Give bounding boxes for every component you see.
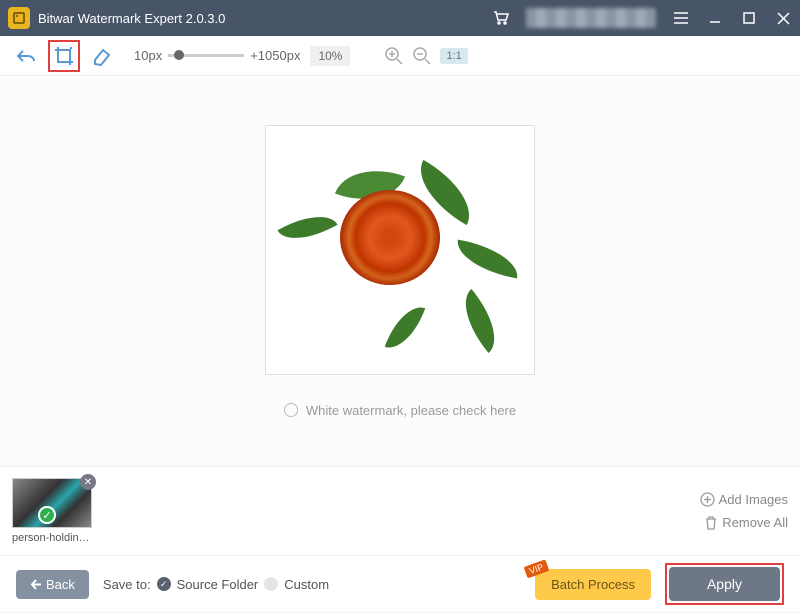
slider-min-label: 10px (134, 48, 162, 63)
zoom-in-button[interactable] (380, 42, 408, 70)
aspect-ratio-button[interactable]: 1:1 (440, 48, 467, 64)
thumbnail-image: ✓ ✕ (12, 478, 92, 528)
menu-icon[interactable] (672, 9, 690, 27)
close-icon[interactable] (774, 9, 792, 27)
selected-check-icon: ✓ (38, 506, 56, 524)
user-area-redacted (526, 8, 656, 28)
saveto-label: Save to: (103, 577, 151, 592)
custom-folder-radio[interactable] (264, 577, 278, 591)
source-folder-label: Source Folder (177, 577, 259, 592)
minimize-icon[interactable] (706, 9, 724, 27)
canvas-area: White watermark, please check here (0, 76, 800, 466)
cart-icon[interactable] (492, 9, 510, 27)
slider-max-label: +1050px (250, 48, 300, 63)
white-watermark-label: White watermark, please check here (306, 403, 516, 418)
back-button[interactable]: Back (16, 570, 89, 599)
zoom-percentage: 10% (310, 46, 350, 66)
batch-process-button[interactable]: VIP Batch Process (535, 569, 651, 600)
size-slider[interactable] (168, 54, 244, 57)
window-title: Bitwar Watermark Expert 2.0.3.0 (38, 11, 492, 26)
zoom-out-button[interactable] (408, 42, 436, 70)
add-images-button[interactable]: Add Images (700, 492, 788, 507)
apply-button[interactable]: Apply (669, 567, 780, 601)
white-watermark-checkbox[interactable]: White watermark, please check here (284, 403, 516, 418)
eraser-button[interactable] (86, 40, 118, 72)
checkbox-icon (284, 403, 298, 417)
remove-all-button[interactable]: Remove All (704, 515, 788, 530)
crop-button[interactable] (48, 40, 80, 72)
maximize-icon[interactable] (740, 9, 758, 27)
custom-folder-label: Custom (284, 577, 329, 592)
thumbnail-remove-icon[interactable]: ✕ (80, 474, 96, 490)
source-folder-radio[interactable] (157, 577, 171, 591)
vip-badge: VIP (524, 559, 549, 578)
thumbnail-label: person-holding-fil... (12, 532, 92, 544)
app-logo (8, 7, 30, 29)
undo-button[interactable] (10, 40, 42, 72)
image-preview[interactable] (265, 125, 535, 375)
thumbnail-item[interactable]: ✓ ✕ person-holding-fil... (12, 478, 96, 544)
